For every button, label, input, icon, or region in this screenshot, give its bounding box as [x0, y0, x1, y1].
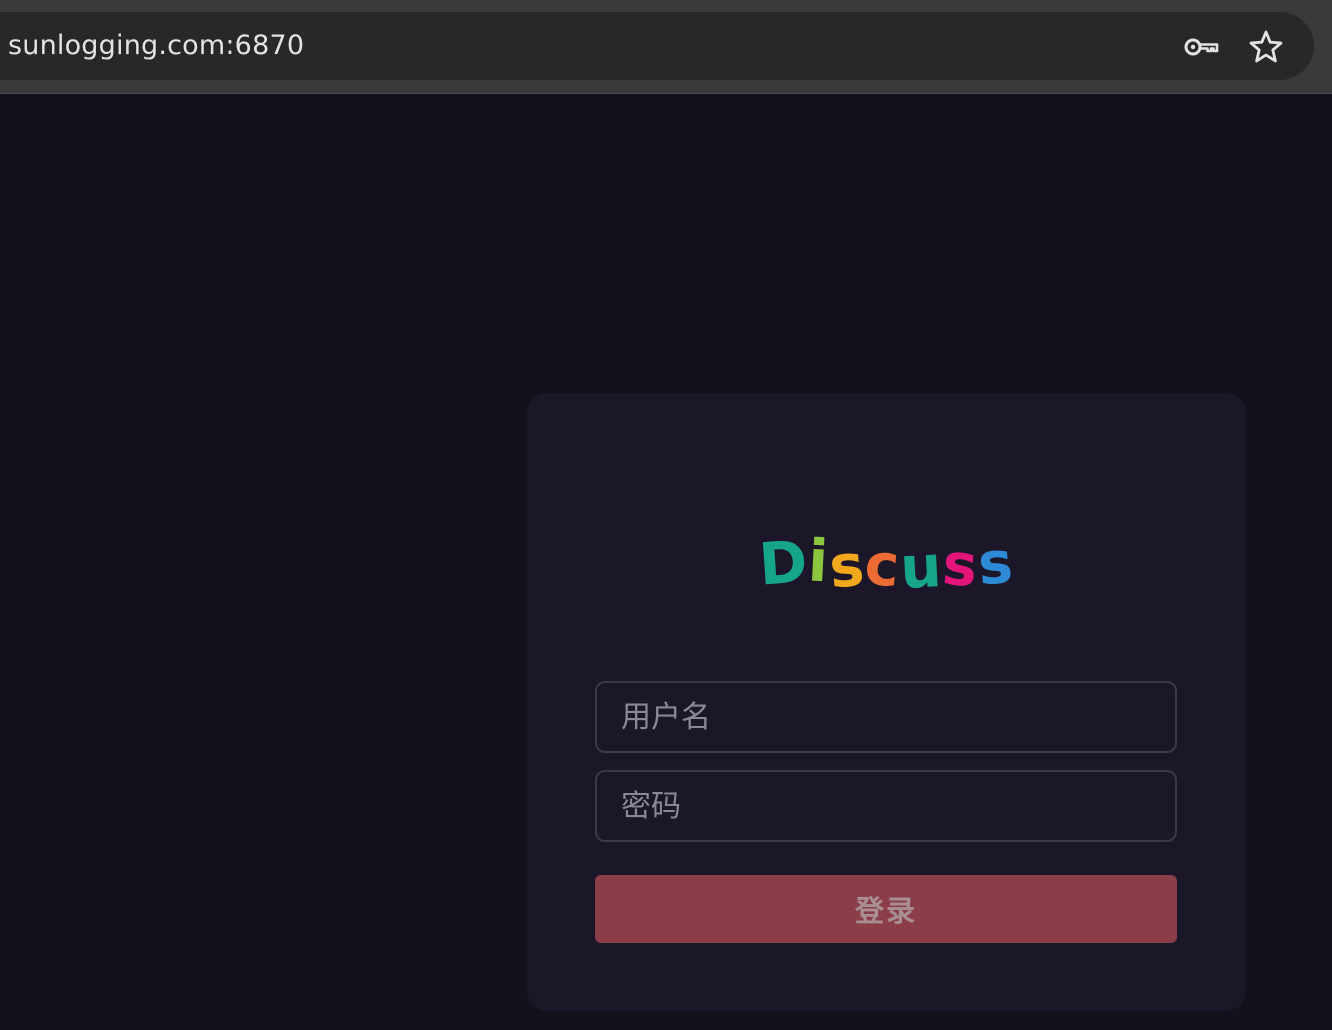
password-input[interactable]	[595, 770, 1177, 842]
logo-letter: c	[862, 529, 903, 601]
browser-toolbar: sunlogging.com:6870	[0, 0, 1332, 94]
logo-letter: s	[975, 527, 1016, 599]
url-text[interactable]: sunlogging.com:6870	[8, 12, 304, 80]
logo-letter: u	[898, 531, 945, 603]
discuss-logo: Discuss	[527, 527, 1246, 603]
star-icon[interactable]	[1248, 29, 1284, 65]
logo-letter: D	[757, 527, 811, 599]
login-card: Discuss 登录	[527, 393, 1246, 1011]
logo-letter: s	[939, 529, 981, 601]
key-icon[interactable]	[1183, 29, 1219, 65]
address-bar[interactable]: sunlogging.com:6870	[0, 12, 1314, 80]
username-input[interactable]	[595, 681, 1177, 753]
login-button[interactable]: 登录	[595, 875, 1177, 943]
